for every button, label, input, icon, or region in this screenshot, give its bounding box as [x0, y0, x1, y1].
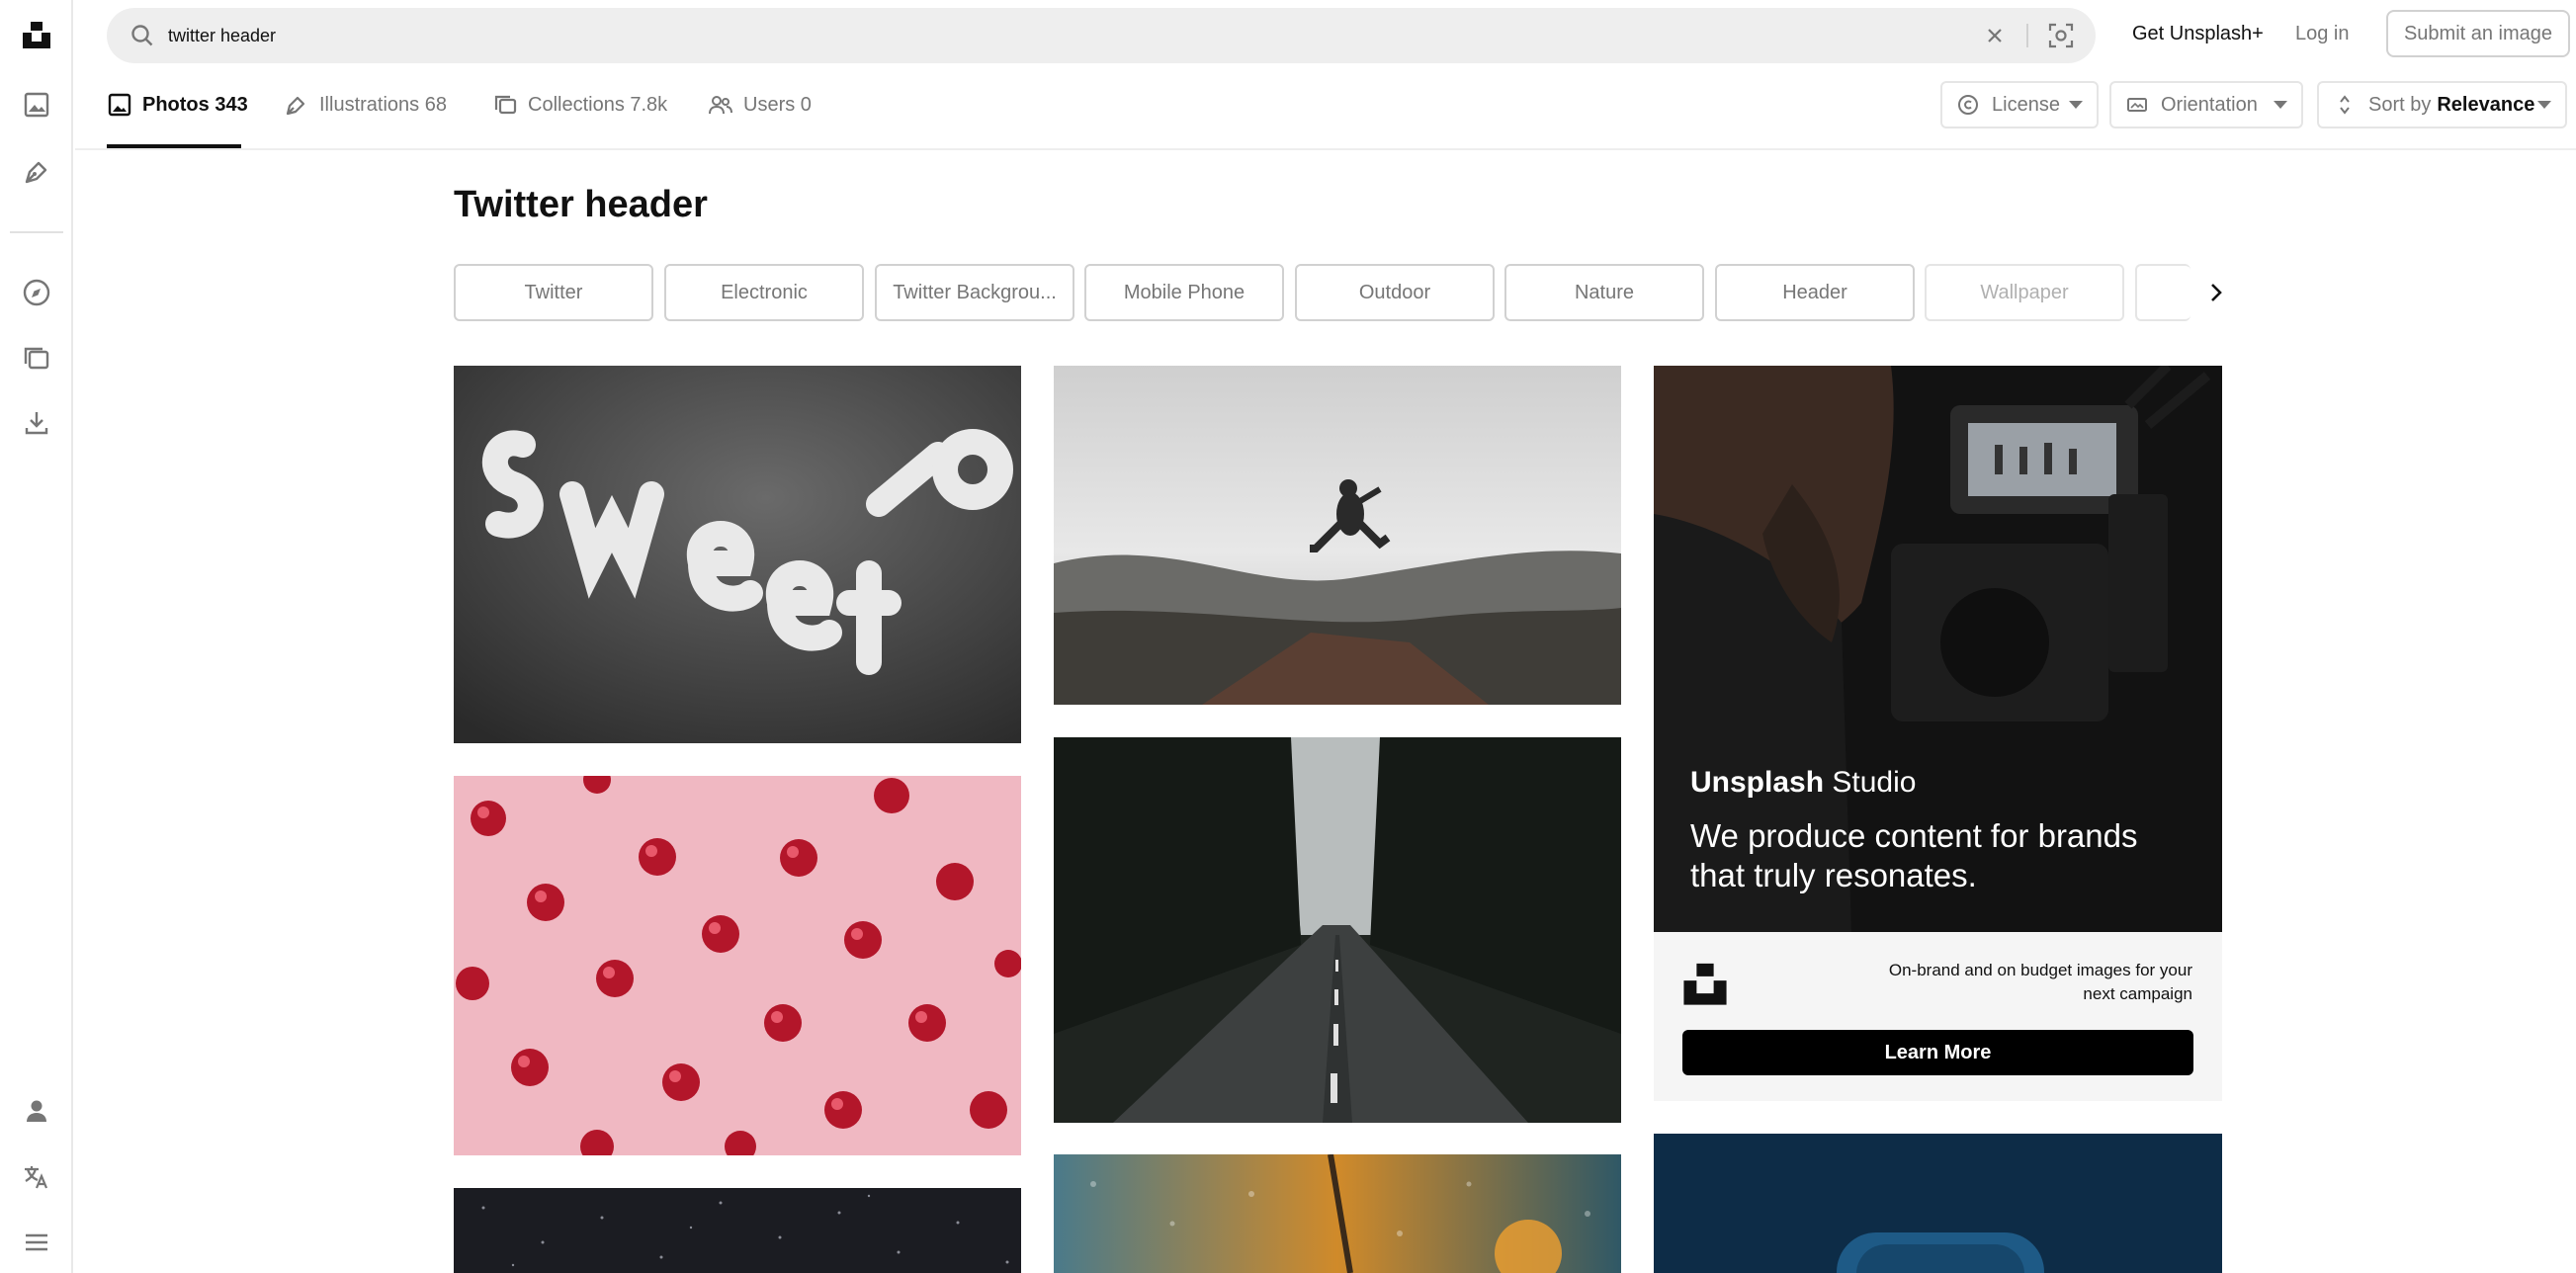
- tab-collections-label: Collections 7.8k: [528, 93, 668, 116]
- page-title: Twitter header: [454, 184, 708, 225]
- get-unsplash-plus-link[interactable]: Get Unsplash+: [2132, 14, 2264, 53]
- pen-icon: [286, 96, 305, 116]
- tab-collections[interactable]: Collections 7.8k: [492, 85, 667, 125]
- chips-next-button[interactable]: [2190, 275, 2242, 310]
- sort-filter[interactable]: Sort by Relevance: [2317, 81, 2567, 128]
- ad-brand-rest: Studio: [1824, 766, 1917, 799]
- unsplash-logo-icon[interactable]: [13, 10, 60, 57]
- related-chip[interactable]: Wallpaper: [1925, 264, 2124, 321]
- photos-nav-icon[interactable]: [13, 81, 60, 128]
- chevron-right-icon: [2211, 284, 2222, 301]
- illustrations-nav-icon[interactable]: [13, 148, 60, 196]
- clear-search-icon[interactable]: [1981, 22, 2009, 49]
- language-icon[interactable]: [13, 1153, 60, 1201]
- photo-forest-road: [1054, 737, 1621, 1123]
- sort-value: Relevance: [2437, 93, 2535, 116]
- chevron-down-icon: [2274, 101, 2287, 109]
- active-tab-indicator: [107, 144, 241, 148]
- related-chip[interactable]: Electronic: [664, 264, 864, 321]
- unsplash-logo-icon: [1683, 963, 1727, 1005]
- visual-search-icon[interactable]: [2046, 21, 2076, 50]
- related-chip[interactable]: Outdoor: [1295, 264, 1495, 321]
- related-chip[interactable]: Twitter: [454, 264, 653, 321]
- ad-brand-bold: Unsplash: [1690, 766, 1825, 799]
- ad-tagline: On-brand and on budget images for your n…: [1888, 961, 2192, 1003]
- related-chip[interactable]: Mobile Phone: [1084, 264, 1284, 321]
- orientation-filter[interactable]: Orientation: [2109, 81, 2303, 128]
- chevron-down-icon: [2537, 101, 2551, 109]
- orientation-filter-label: Orientation: [2161, 93, 2258, 116]
- photo-card[interactable]: [454, 1188, 1021, 1273]
- tab-illustrations[interactable]: Illustrations 68: [284, 85, 447, 125]
- learn-more-button[interactable]: Learn More: [1682, 1030, 2193, 1075]
- log-in-link[interactable]: Log in: [2295, 14, 2350, 53]
- copyright-icon: [1958, 95, 1978, 115]
- sort-icon: [2340, 95, 2350, 115]
- chevron-down-icon: [2069, 101, 2083, 109]
- tab-photos[interactable]: Photos 343: [107, 85, 248, 125]
- photo-blue-device: [1654, 1134, 2222, 1273]
- photo-red-ornaments: [454, 776, 1021, 1155]
- downloads-nav-icon[interactable]: [13, 399, 60, 447]
- orientation-icon: [2127, 98, 2147, 112]
- tab-illustrations-label: Illustrations 68: [319, 93, 447, 116]
- search-divider: [2026, 24, 2028, 47]
- photo-card[interactable]: [454, 366, 1021, 743]
- tabs-divider: [75, 148, 2576, 150]
- photo-card[interactable]: [1654, 1134, 2222, 1273]
- photo-rainy-window: [1054, 1154, 1621, 1273]
- sponsored-ad[interactable]: Unsplash Studio We produce content for b…: [1654, 366, 2222, 1101]
- related-chip[interactable]: Header: [1715, 264, 1915, 321]
- collections-nav-icon[interactable]: [13, 334, 60, 382]
- collections-icon: [494, 95, 517, 115]
- search-icon[interactable]: [129, 22, 156, 49]
- license-filter[interactable]: License: [1940, 81, 2099, 128]
- photo-icon: [108, 93, 131, 117]
- photo-dark-texture: [454, 1188, 1021, 1273]
- license-filter-label: License: [1992, 93, 2060, 116]
- tab-photos-label: Photos 343: [142, 93, 248, 116]
- sort-prefix: Sort by: [2368, 93, 2432, 116]
- users-icon: [709, 96, 732, 115]
- related-chip-partial: [2135, 264, 2190, 321]
- tab-users[interactable]: Users 0: [708, 85, 812, 125]
- photo-card[interactable]: [454, 776, 1021, 1155]
- tab-users-label: Users 0: [743, 93, 812, 116]
- search-bar[interactable]: twitter header: [107, 8, 2096, 63]
- photo-jumping-man: [1054, 366, 1621, 705]
- related-chip[interactable]: Twitter Backgrou...: [875, 264, 1074, 321]
- photo-sweet-16: [454, 366, 1021, 743]
- photo-card[interactable]: [1054, 1154, 1621, 1273]
- rail-divider: [10, 231, 63, 233]
- menu-icon[interactable]: [13, 1219, 60, 1266]
- submit-image-button[interactable]: Submit an image: [2386, 10, 2570, 57]
- left-rail: [0, 0, 73, 1273]
- ad-headline: We produce content for brands that truly…: [1690, 817, 2138, 893]
- photo-card[interactable]: [1054, 366, 1621, 705]
- photo-card[interactable]: [1054, 737, 1621, 1123]
- explore-nav-icon[interactable]: [13, 269, 60, 316]
- search-input[interactable]: twitter header: [168, 8, 276, 63]
- related-chip[interactable]: Nature: [1504, 264, 1704, 321]
- account-nav-icon[interactable]: [13, 1087, 60, 1135]
- ad-brand: Unsplash Studio: [1690, 766, 1916, 800]
